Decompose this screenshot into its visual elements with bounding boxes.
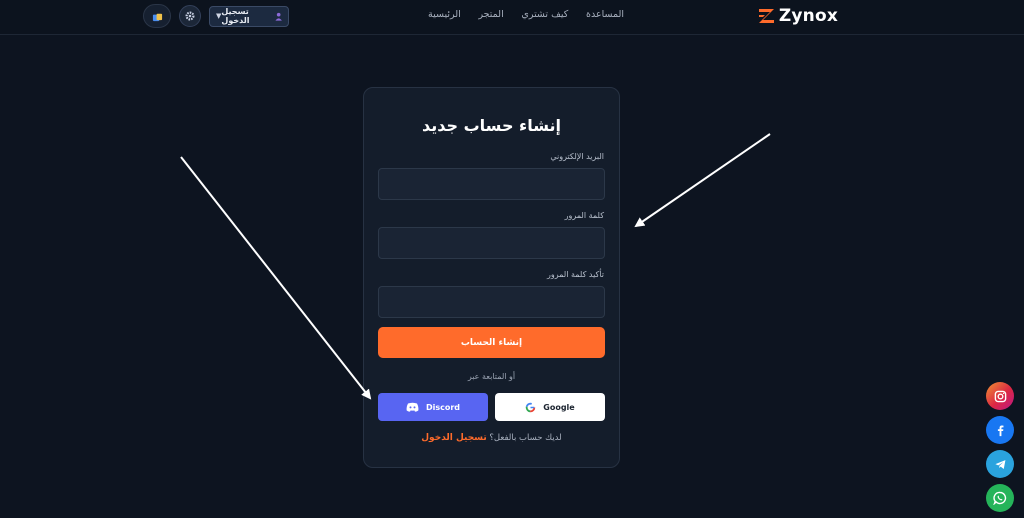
floating-social-bar [986,382,1014,512]
annotation-arrows [180,133,771,400]
facebook-button[interactable] [986,416,1014,444]
instagram-icon [994,390,1006,402]
whatsapp-button[interactable] [986,484,1014,512]
facebook-icon [997,424,1003,436]
instagram-button[interactable] [986,382,1014,410]
arrow-right [634,133,771,228]
whatsapp-icon [993,491,1007,505]
arrow-left [180,156,372,400]
telegram-icon [994,459,1005,469]
telegram-button[interactable] [986,450,1014,478]
